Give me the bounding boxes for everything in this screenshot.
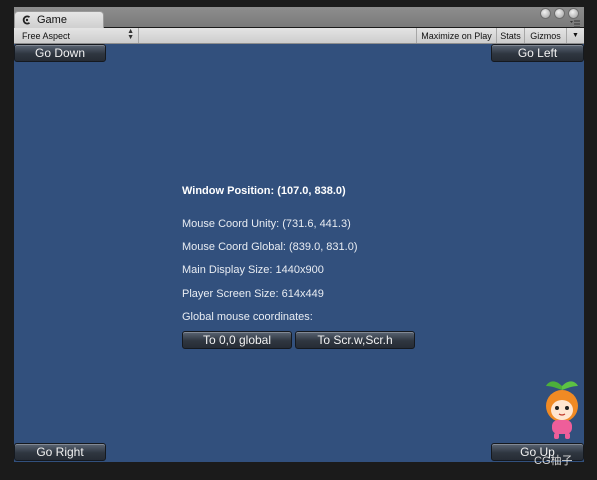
gizmos-toggle[interactable]: Gizmos [524,28,566,43]
go-down-button[interactable]: Go Down [14,44,106,62]
global-mouse-coordinates-label: Global mouse coordinates: [182,311,313,323]
window-dot[interactable] [554,8,565,19]
window-dot[interactable] [568,8,579,19]
watermark-text: CG柚子 [534,455,573,467]
gizmos-dropdown-icon[interactable]: ▼ [566,28,584,43]
mouse-coord-global-label: Mouse Coord Global: (839.0, 831.0) [182,241,358,253]
go-left-button[interactable]: Go Left [491,44,584,62]
updown-arrows-icon: ▲ ▼ [127,28,134,41]
tab-game[interactable]: Game [14,11,104,28]
to-global-origin-button[interactable]: To 0,0 global [182,331,292,349]
unity-editor-window: Game Free Aspect ▲ ▼ Maximize on Play Sta… [0,0,597,480]
stats-toggle[interactable]: Stats [496,28,524,43]
mascot-logo [540,376,584,442]
player-screen-size-label: Player Screen Size: 614x449 [182,288,324,300]
maximize-on-play-toggle[interactable]: Maximize on Play [416,28,496,43]
go-right-button[interactable]: Go Right [14,443,106,461]
to-screen-size-button[interactable]: To Scr.w,Scr.h [295,331,415,349]
main-display-size-label: Main Display Size: 1440x900 [182,264,324,276]
tab-game-label: Game [37,14,67,26]
window-dot[interactable] [540,8,551,19]
game-toolbar: Free Aspect ▲ ▼ Maximize on Play Stats Gi… [14,28,584,44]
game-view: Go Down Go Left Window Position: (107.0,… [14,44,584,462]
window-controls [540,8,579,19]
aspect-select[interactable]: Free Aspect ▲ ▼ [16,28,139,43]
mouse-coord-unity-label: Mouse Coord Unity: (731.6, 441.3) [182,218,351,230]
unity-icon [21,14,33,26]
window-position-label: Window Position: (107.0, 838.0) [182,185,346,197]
aspect-select-value: Free Aspect [22,30,71,41]
